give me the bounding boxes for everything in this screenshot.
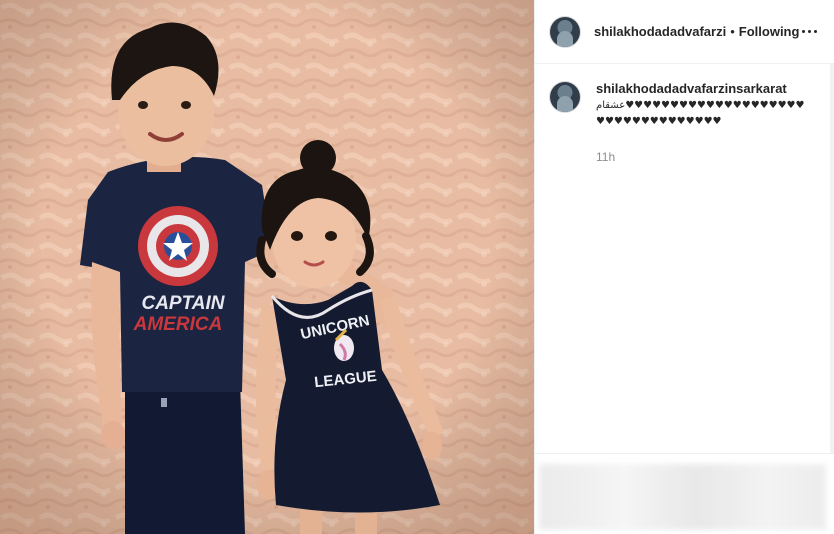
instagram-post: CAPTAIN AMERICA UNICORN LEAGUE shilakhod… [0, 0, 834, 534]
following-button[interactable]: Following [739, 24, 800, 39]
post-header: shilakhodadadvafarzi • Following [535, 0, 834, 64]
photo-illustration: CAPTAIN AMERICA UNICORN LEAGUE [0, 0, 534, 534]
caption-text: عشقام♥♥♥♥♥♥♥♥♥♥♥♥♥♥♥♥♥♥♥♥♥♥♥♥♥♥♥♥♥♥♥♥♥♥ [596, 100, 805, 127]
post-timestamp[interactable]: 11h [596, 150, 811, 164]
post-photo[interactable]: CAPTAIN AMERICA UNICORN LEAGUE [0, 0, 534, 534]
actions-area-blurred [535, 453, 834, 534]
caption-username[interactable]: shilakhodadadvafarzinsarkarat [596, 80, 811, 98]
comments-section: shilakhodadadvafarzinsarkarat عشقام♥♥♥♥♥… [535, 64, 834, 518]
caption-avatar[interactable] [550, 82, 580, 112]
author-avatar[interactable] [550, 16, 580, 47]
header-separator: • [730, 24, 735, 39]
shirt-text-1: CAPTAIN [141, 293, 225, 314]
shirt-text-2: AMERICA [133, 314, 223, 335]
more-horizontal-icon[interactable] [799, 20, 820, 44]
blurred-content [539, 464, 826, 530]
caption-body: shilakhodadadvafarzinsarkarat عشقام♥♥♥♥♥… [596, 80, 811, 164]
comments-scrollbar[interactable] [830, 64, 834, 518]
caption-row: shilakhodadadvafarzinsarkarat عشقام♥♥♥♥♥… [550, 80, 820, 164]
post-side-panel: shilakhodadadvafarzi • Following shilakh… [534, 0, 834, 534]
author-username[interactable]: shilakhodadadvafarzi [594, 24, 726, 39]
